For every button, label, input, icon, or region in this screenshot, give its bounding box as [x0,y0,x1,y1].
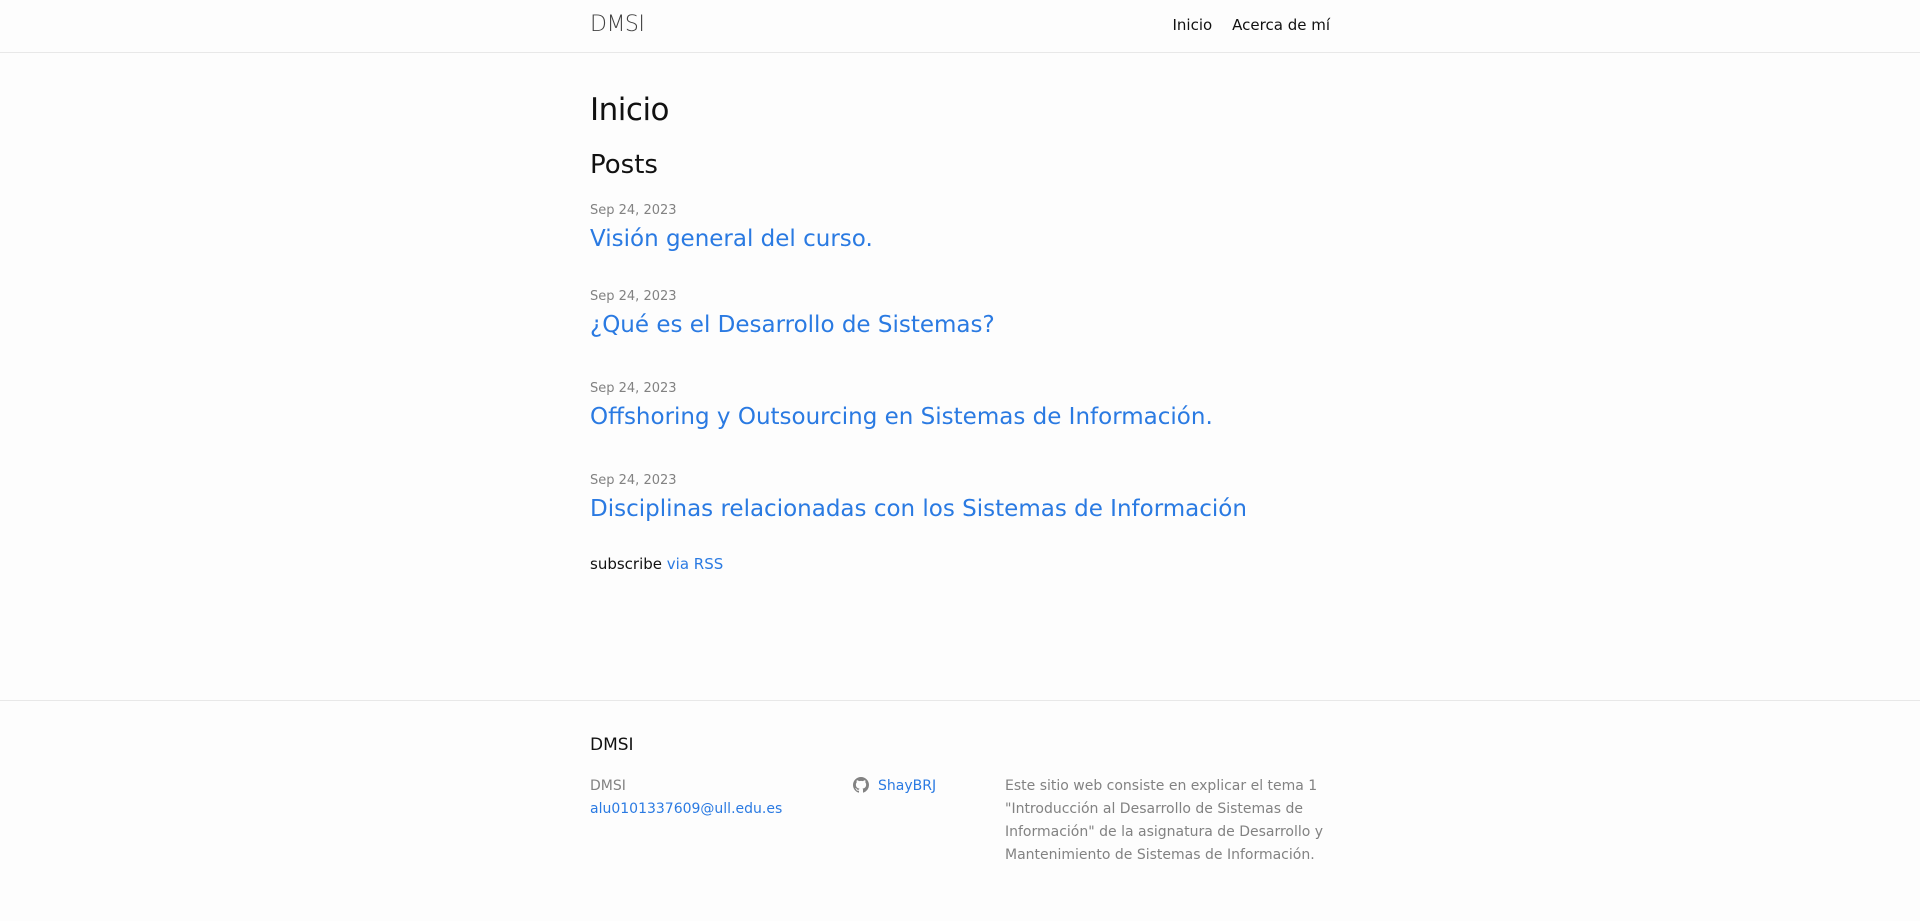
page-title: Inicio [590,92,670,128]
post-date: Sep 24, 2023 [590,203,677,218]
github-icon [853,776,869,793]
post-list-item: Sep 24, 2023 Disciplinas relacionadas co… [590,472,1330,524]
post-link[interactable]: ¿Qué es el Desarrollo de Sistemas? [590,310,1330,340]
post-date: Sep 24, 2023 [590,289,677,304]
footer-social: ShayBRJ [853,775,936,798]
rss-subscribe: subscribe via RSS [590,554,1330,574]
post-date: Sep 24, 2023 [590,473,677,488]
site-header: DMSI Inicio Acerca de mí [0,0,1920,53]
post-list-item: Sep 24, 2023 Visión general del curso. [590,202,1330,254]
post-date: Sep 24, 2023 [590,381,677,396]
post-list-item: Sep 24, 2023 ¿Qué es el Desarrollo de Si… [590,288,1330,340]
github-link[interactable]: ShayBRJ [853,775,936,798]
nav-link-acerca-de-mi[interactable]: Acerca de mí [1232,16,1330,34]
footer-contact: DMSI alu0101337609@ull.edu.es [590,775,782,821]
rss-link[interactable]: via RSS [667,555,723,573]
posts-heading: Posts [590,150,658,180]
site-title-link[interactable]: DMSI [590,12,645,37]
site-footer: DMSI DMSI alu0101337609@ull.edu.es ShayB… [0,700,1920,921]
post-link[interactable]: Visión general del curso. [590,224,1330,254]
footer-description: Este sitio web consiste en explicar el t… [1005,778,1324,863]
footer-email-link[interactable]: alu0101337609@ull.edu.es [590,798,782,821]
post-link[interactable]: Offshoring y Outsourcing en Sistemas de … [590,402,1330,432]
github-username: ShayBRJ [878,778,937,794]
rss-prefix: subscribe [590,555,662,573]
footer-heading: DMSI [590,735,634,755]
post-list-item: Sep 24, 2023 Offshoring y Outsourcing en… [590,380,1330,432]
post-link[interactable]: Disciplinas relacionadas con los Sistema… [590,494,1330,524]
post-list: Sep 24, 2023 Visión general del curso. S… [590,202,1330,524]
nav-link-inicio[interactable]: Inicio [1172,16,1212,34]
page-content: Inicio Posts Sep 24, 2023 Visión general… [590,88,1330,589]
footer-name: DMSI [590,778,626,794]
site-nav: Inicio Acerca de mí [1172,16,1330,34]
